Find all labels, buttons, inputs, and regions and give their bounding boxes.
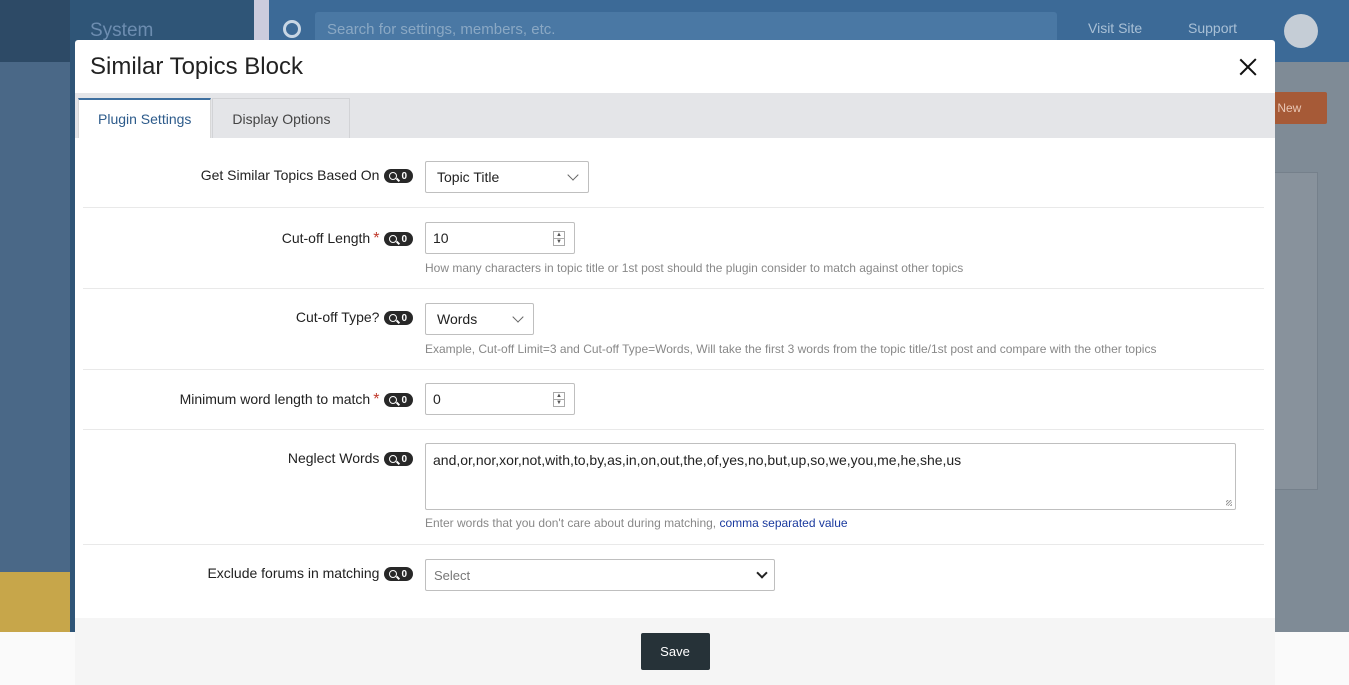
field-neglect-words: and,or,nor,xor,not,with,to,by,as,in,on,o… <box>425 443 1264 544</box>
badge-count: 0 <box>401 568 407 580</box>
save-button[interactable]: Save <box>640 633 710 670</box>
number-stepper[interactable]: ▲ ▼ <box>553 392 565 407</box>
search-icon <box>389 455 398 463</box>
stepper-up-icon[interactable]: ▲ <box>554 232 564 239</box>
stepper-down-icon[interactable]: ▼ <box>554 239 564 245</box>
tab-bar: Plugin Settings Display Options <box>75 93 1275 138</box>
modal-header: Similar Topics Block <box>75 40 1275 93</box>
badge-count: 0 <box>401 170 407 182</box>
label-min-word-length-wrap: Minimum word length to match * 0 <box>83 383 425 429</box>
search-icon <box>283 20 301 38</box>
neglect-words-help-text: Enter words that you don't care about du… <box>425 516 717 530</box>
exclude-forums-placeholder: Select <box>434 567 471 583</box>
label-exclude-forums: Exclude forums in matching <box>207 565 380 581</box>
comma-separated-link[interactable]: comma separated value <box>719 516 847 530</box>
row-min-word-length: Minimum word length to match * 0 0 ▲ ▼ <box>83 370 1264 430</box>
chevron-down-icon <box>512 311 524 323</box>
cutoff-length-value: 10 <box>433 230 449 246</box>
row-cutoff-length: Cut-off Length * 0 10 ▲ ▼ How many charac… <box>83 208 1264 289</box>
resize-handle-icon[interactable] <box>1226 500 1232 506</box>
badge-count: 0 <box>401 453 407 465</box>
cutoff-length-input[interactable]: 10 ▲ ▼ <box>425 222 575 254</box>
label-neglect-words-wrap: Neglect Words 0 <box>83 443 425 544</box>
visit-site-link: Visit Site <box>1088 20 1143 36</box>
row-cutoff-type: Cut-off Type? 0 Words Example, Cut-off L… <box>83 289 1264 370</box>
required-marker: * <box>373 230 380 247</box>
section-title: System <box>90 20 154 41</box>
cutoff-type-value: Words <box>437 311 478 327</box>
label-min-word-length: Minimum word length to match <box>179 391 371 407</box>
cutoff-length-help: How many characters in topic title or 1s… <box>425 261 964 275</box>
min-word-length-value: 0 <box>433 391 441 407</box>
badge-count: 0 <box>401 312 407 324</box>
search-count-badge[interactable]: 0 <box>384 567 413 581</box>
warning-icon <box>0 572 70 632</box>
label-cutoff-type: Cut-off Type? <box>295 309 380 325</box>
label-based-on: Get Similar Topics Based On <box>200 167 380 183</box>
label-based-on-wrap: Get Similar Topics Based On 0 <box>83 161 425 207</box>
badge-count: 0 <box>401 394 407 406</box>
exclude-forums-select[interactable]: Select <box>425 559 775 591</box>
neglect-words-textarea[interactable]: and,or,nor,xor,not,with,to,by,as,in,on,o… <box>425 443 1236 510</box>
row-based-on: Get Similar Topics Based On 0 Topic Titl… <box>83 138 1264 208</box>
search-icon <box>389 396 398 404</box>
based-on-select[interactable]: Topic Title <box>425 161 589 193</box>
search-count-badge[interactable]: 0 <box>384 393 413 407</box>
chevron-down-icon <box>756 567 768 579</box>
label-exclude-forums-wrap: Exclude forums in matching 0 <box>83 559 425 615</box>
modal-footer: Save <box>75 618 1275 685</box>
tab-display-options[interactable]: Display Options <box>212 98 351 138</box>
field-min-word-length: 0 ▲ ▼ <box>425 383 1264 429</box>
stepper-down-icon[interactable]: ▼ <box>554 400 564 406</box>
search-count-badge[interactable]: 0 <box>384 311 413 325</box>
settings-modal: Similar Topics Block Plugin Settings Dis… <box>75 40 1275 685</box>
chevron-down-icon <box>567 169 579 181</box>
neglect-words-help: Enter words that you don't care about du… <box>425 516 1264 530</box>
search-count-badge[interactable]: 0 <box>384 452 413 466</box>
label-cutoff-type-wrap: Cut-off Type? 0 <box>83 303 425 369</box>
label-neglect-words: Neglect Words <box>287 450 380 466</box>
settings-form: Get Similar Topics Based On 0 Topic Titl… <box>75 138 1275 615</box>
field-cutoff-length: 10 ▲ ▼ How many characters in topic title… <box>425 222 1264 288</box>
logo <box>0 0 70 62</box>
close-icon[interactable] <box>1235 54 1261 80</box>
required-marker: * <box>373 391 380 408</box>
label-cutoff-length: Cut-off Length <box>281 230 371 246</box>
search-icon <box>389 570 398 578</box>
row-exclude-forums: Exclude forums in matching 0 Select <box>83 545 1264 615</box>
cutoff-type-select[interactable]: Words <box>425 303 534 335</box>
neglect-words-value: and,or,nor,xor,not,with,to,by,as,in,on,o… <box>433 452 962 468</box>
search-count-badge[interactable]: 0 <box>384 232 413 246</box>
tab-plugin-settings[interactable]: Plugin Settings <box>78 98 212 138</box>
row-neglect-words: Neglect Words 0 and,or,nor,xor,not,with,… <box>83 430 1264 545</box>
field-exclude-forums: Select <box>425 559 1264 615</box>
cutoff-type-help: Example, Cut-off Limit=3 and Cut-off Typ… <box>425 342 1157 356</box>
search-icon <box>389 172 398 180</box>
avatar <box>1284 14 1318 48</box>
field-cutoff-type: Words Example, Cut-off Limit=3 and Cut-o… <box>425 303 1264 369</box>
based-on-value: Topic Title <box>437 169 500 185</box>
modal-title: Similar Topics Block <box>90 52 303 80</box>
search-count-badge[interactable]: 0 <box>384 169 413 183</box>
field-based-on: Topic Title <box>425 161 1264 207</box>
search-icon <box>389 314 398 322</box>
number-stepper[interactable]: ▲ ▼ <box>553 231 565 246</box>
min-word-length-input[interactable]: 0 ▲ ▼ <box>425 383 575 415</box>
search-icon <box>389 235 398 243</box>
support-link: Support <box>1188 20 1238 36</box>
content-panel <box>1270 172 1318 490</box>
label-cutoff-length-wrap: Cut-off Length * 0 <box>83 222 425 288</box>
stepper-up-icon[interactable]: ▲ <box>554 393 564 400</box>
badge-count: 0 <box>401 233 407 245</box>
main-sidebar <box>0 62 70 572</box>
